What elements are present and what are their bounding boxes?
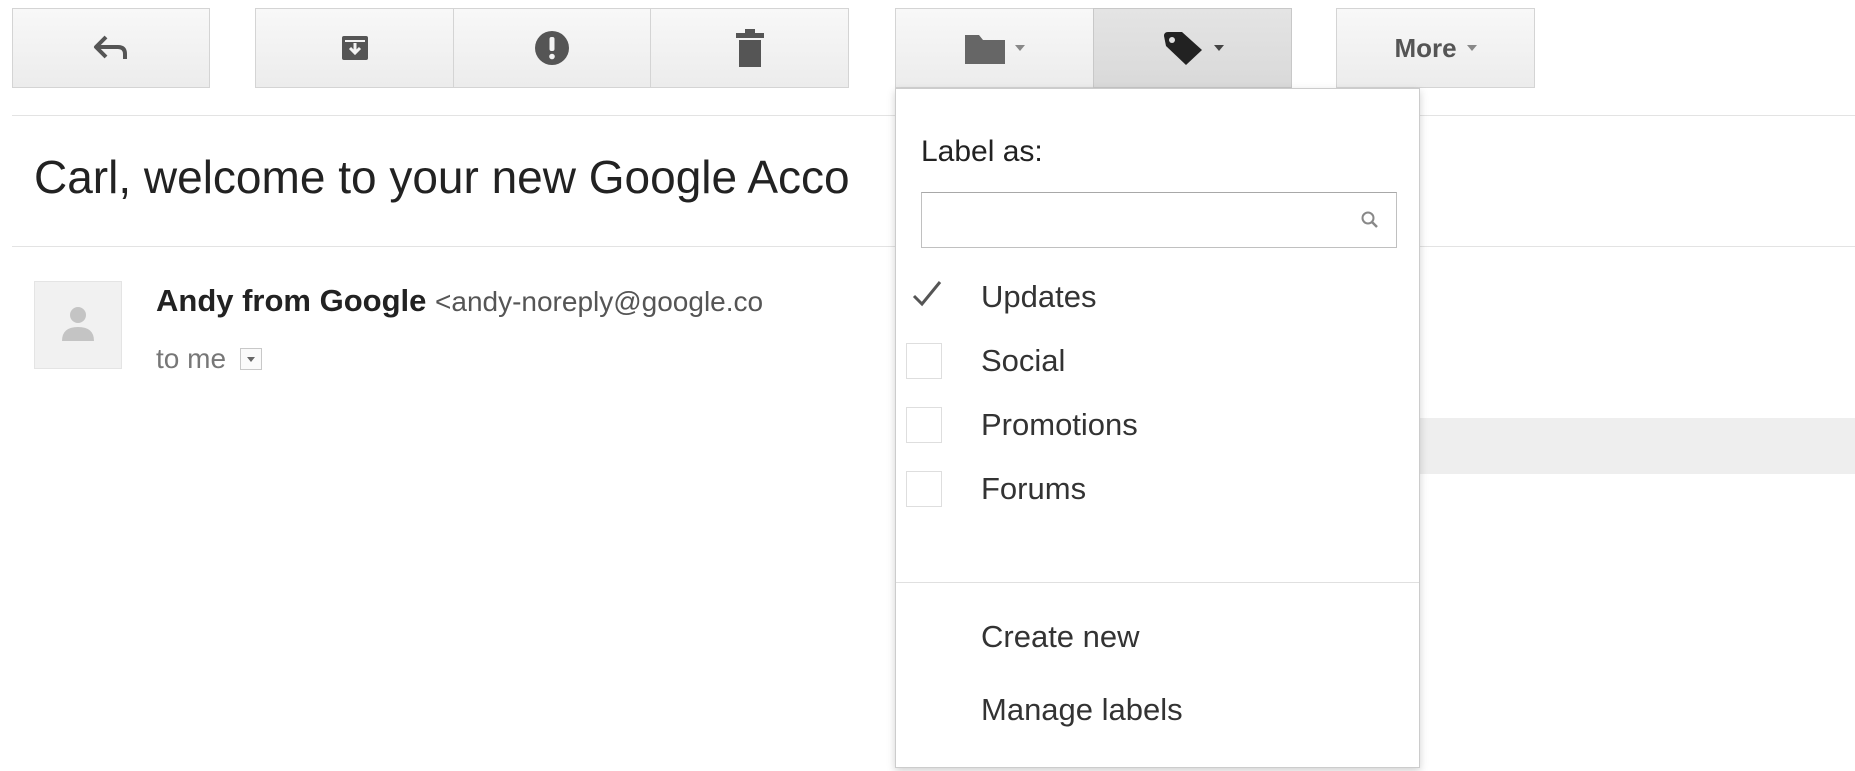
back-button[interactable] (12, 8, 210, 88)
trash-icon (735, 29, 765, 67)
more-button[interactable]: More (1336, 8, 1535, 88)
chevron-down-icon (1014, 45, 1025, 51)
label-item-text: Updates (981, 279, 1097, 314)
chevron-down-icon (1466, 45, 1477, 51)
sender-line: Andy from Google <andy-noreply@google.co (156, 283, 763, 319)
label-item-text: Forums (981, 471, 1087, 506)
label-tag-icon (1162, 30, 1204, 66)
report-spam-button[interactable] (453, 8, 651, 88)
person-icon (60, 303, 96, 348)
label-item-text: Promotions (981, 407, 1138, 442)
label-item-updates[interactable]: Updates (896, 265, 1419, 329)
message-subject: Carl, welcome to your new Google Acco (34, 151, 850, 203)
sender-email: <andy-noreply@google.co (435, 286, 764, 317)
delete-button[interactable] (650, 8, 849, 88)
label-checkbox[interactable] (906, 343, 942, 379)
back-arrow-icon (92, 35, 130, 61)
label-item-promotions[interactable]: Promotions (896, 393, 1419, 457)
more-label: More (1394, 32, 1457, 63)
show-details-button[interactable] (240, 348, 263, 370)
chevron-down-icon (247, 356, 256, 362)
labels-button[interactable] (1093, 8, 1292, 88)
recipient-line: to me (156, 343, 263, 375)
menu-title: Label as: (921, 135, 1043, 168)
label-search-field[interactable] (921, 192, 1397, 248)
label-checkbox[interactable] (906, 279, 942, 315)
label-item-text: Social (981, 343, 1066, 378)
checkmark-icon (912, 281, 942, 307)
label-checkbox[interactable] (906, 407, 942, 443)
avatar[interactable] (34, 281, 122, 369)
search-icon (1360, 210, 1380, 235)
chevron-down-icon (1213, 45, 1224, 51)
label-item-social[interactable]: Social (896, 329, 1419, 393)
archive-button[interactable] (255, 8, 454, 88)
archive-icon (341, 34, 369, 62)
label-as-menu: Label as: Updates Social Promotions Foru… (895, 88, 1420, 768)
move-to-button[interactable] (895, 8, 1094, 88)
manage-labels-item[interactable]: Manage labels (981, 692, 1183, 728)
label-search-input[interactable] (922, 193, 1342, 247)
sender-name[interactable]: Andy from Google (156, 283, 426, 318)
menu-divider (896, 582, 1419, 583)
label-checkbox[interactable] (906, 471, 942, 507)
folder-icon (964, 32, 1005, 64)
report-spam-icon (534, 30, 570, 66)
recipient-text: to me (156, 343, 227, 374)
create-new-label-item[interactable]: Create new (981, 619, 1140, 655)
message-highlight-bar (1420, 418, 1855, 474)
label-item-forums[interactable]: Forums (896, 457, 1419, 521)
